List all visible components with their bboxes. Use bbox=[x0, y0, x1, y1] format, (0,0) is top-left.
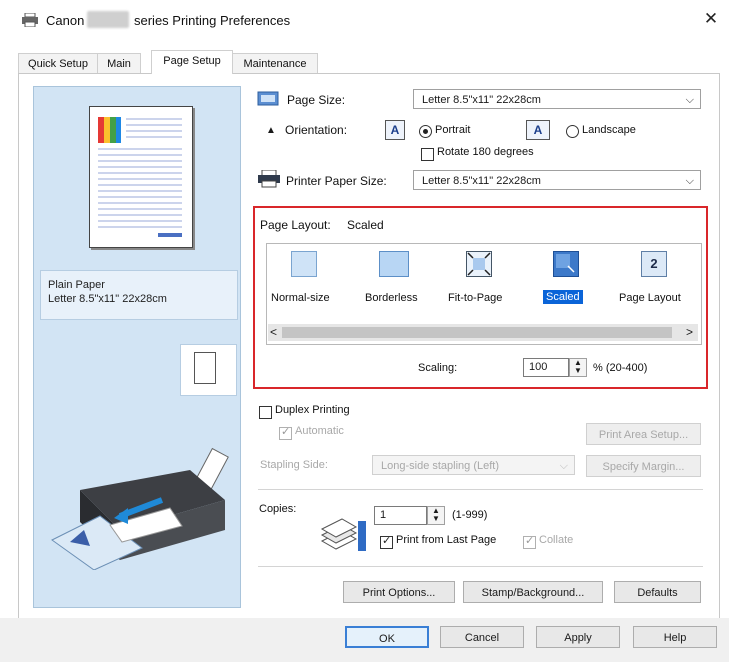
portrait-label[interactable]: Portrait bbox=[435, 124, 470, 136]
tab-main[interactable]: Main bbox=[97, 53, 141, 74]
scaling-input[interactable]: 100 bbox=[523, 358, 569, 377]
media-type-text: Plain Paper bbox=[48, 279, 105, 291]
page-size-label: Page Size: bbox=[287, 93, 346, 107]
printer-app-icon bbox=[22, 12, 38, 28]
divider bbox=[258, 489, 703, 490]
redacted-model-name bbox=[87, 11, 129, 28]
window-title-prefix: Canon bbox=[46, 13, 85, 28]
landscape-icon: A bbox=[526, 120, 550, 140]
orientation-page-icon bbox=[194, 352, 216, 384]
printer-paper-size-value: Letter 8.5"x11" 22x28cm bbox=[422, 175, 541, 187]
specify-margin-button[interactable]: Specify Margin... bbox=[586, 455, 701, 477]
page-size-dropdown[interactable]: Letter 8.5"x11" 22x28cm ⌵ bbox=[413, 89, 701, 109]
rotate-180-label[interactable]: Rotate 180 degrees bbox=[437, 146, 534, 158]
printer-paper-size-icon bbox=[257, 169, 281, 191]
ok-button[interactable]: OK bbox=[345, 626, 429, 648]
page-layout-current: Scaled bbox=[347, 218, 384, 232]
printer-illustration bbox=[50, 430, 230, 573]
page-size-value: Letter 8.5"x11" 22x28cm bbox=[422, 94, 541, 106]
print-area-setup-button[interactable]: Print Area Setup... bbox=[586, 423, 701, 445]
stamp-background-button[interactable]: Stamp/Background... bbox=[463, 581, 603, 603]
rotate-180-checkbox[interactable] bbox=[421, 148, 434, 161]
copies-input[interactable]: 1 bbox=[374, 506, 427, 525]
divider bbox=[258, 566, 703, 567]
orientation-label: Orientation: bbox=[285, 123, 348, 137]
automatic-label: Automatic bbox=[295, 425, 344, 437]
copies-label: Copies: bbox=[259, 503, 297, 515]
orientation-arrow-icon: ▲ bbox=[266, 125, 276, 136]
stapling-side-dropdown[interactable]: Long-side stapling (Left) ⌵ bbox=[372, 455, 575, 475]
duplex-printing-checkbox[interactable] bbox=[259, 406, 272, 419]
borderless-icon[interactable] bbox=[379, 251, 409, 277]
scaling-spinner[interactable]: ▲ ▼ bbox=[569, 358, 587, 377]
print-from-last-page-label[interactable]: Print from Last Page bbox=[396, 534, 496, 546]
layout-option-scaled[interactable]: Scaled bbox=[543, 290, 583, 304]
apply-button[interactable]: Apply bbox=[536, 626, 620, 648]
normal-size-icon[interactable] bbox=[291, 251, 317, 277]
page-size-icon bbox=[257, 91, 279, 110]
cancel-button[interactable]: Cancel bbox=[440, 626, 524, 648]
portrait-radio[interactable] bbox=[419, 125, 432, 138]
chevron-down-icon: ⌵ bbox=[685, 94, 694, 106]
tab-page-setup[interactable]: Page Setup bbox=[151, 50, 233, 74]
close-button[interactable]: ✕ bbox=[700, 8, 722, 30]
paper-size-text: Letter 8.5"x11" 22x28cm bbox=[48, 293, 167, 305]
copies-stack-icon bbox=[318, 517, 370, 560]
layout-option-normal-size[interactable]: Normal-size bbox=[271, 292, 330, 304]
collate-label: Collate bbox=[539, 534, 574, 546]
collate-checkbox[interactable] bbox=[523, 534, 536, 549]
chevron-down-icon: ⌵ bbox=[559, 460, 568, 472]
scroll-right-button[interactable]: > bbox=[686, 325, 693, 339]
tab-quick-setup[interactable]: Quick Setup bbox=[18, 53, 98, 74]
window-title-suffix: series Printing Preferences bbox=[134, 13, 291, 28]
scaling-label: Scaling: bbox=[418, 362, 458, 374]
page-layout-label: Page Layout: bbox=[260, 218, 331, 232]
fit-to-page-icon[interactable] bbox=[466, 251, 492, 277]
copies-spinner[interactable]: ▲ ▼ bbox=[427, 506, 445, 525]
layout-option-page-layout[interactable]: Page Layout bbox=[619, 292, 681, 304]
layout-option-borderless[interactable]: Borderless bbox=[365, 292, 418, 304]
layout-option-fit-to-page[interactable]: Fit-to-Page bbox=[448, 292, 502, 304]
scaling-range: % (20-400) bbox=[593, 362, 648, 374]
scroll-left-button[interactable]: < bbox=[270, 325, 277, 339]
help-button[interactable]: Help bbox=[633, 626, 717, 648]
copies-range: (1-999) bbox=[452, 509, 488, 521]
stapling-side-value: Long-side stapling (Left) bbox=[381, 460, 500, 472]
automatic-checkbox[interactable] bbox=[279, 425, 292, 440]
page-preview-thumbnail bbox=[89, 106, 193, 248]
chevron-down-icon: ⌵ bbox=[685, 175, 694, 187]
landscape-label[interactable]: Landscape bbox=[582, 124, 636, 136]
defaults-button[interactable]: Defaults bbox=[614, 581, 701, 603]
printer-paper-size-label: Printer Paper Size: bbox=[286, 174, 387, 188]
duplex-printing-label[interactable]: Duplex Printing bbox=[275, 404, 350, 416]
page-layout-icon[interactable]: 2 bbox=[641, 251, 667, 277]
print-options-button[interactable]: Print Options... bbox=[343, 581, 455, 603]
printer-paper-size-dropdown[interactable]: Letter 8.5"x11" 22x28cm ⌵ bbox=[413, 170, 701, 190]
landscape-radio[interactable] bbox=[566, 125, 579, 138]
portrait-icon: A bbox=[385, 120, 405, 140]
tab-maintenance[interactable]: Maintenance bbox=[232, 53, 318, 74]
scrollbar-thumb[interactable] bbox=[282, 327, 672, 338]
stapling-side-label: Stapling Side: bbox=[260, 459, 328, 471]
print-from-last-page-checkbox[interactable] bbox=[380, 534, 393, 549]
scaled-icon[interactable] bbox=[553, 251, 579, 277]
